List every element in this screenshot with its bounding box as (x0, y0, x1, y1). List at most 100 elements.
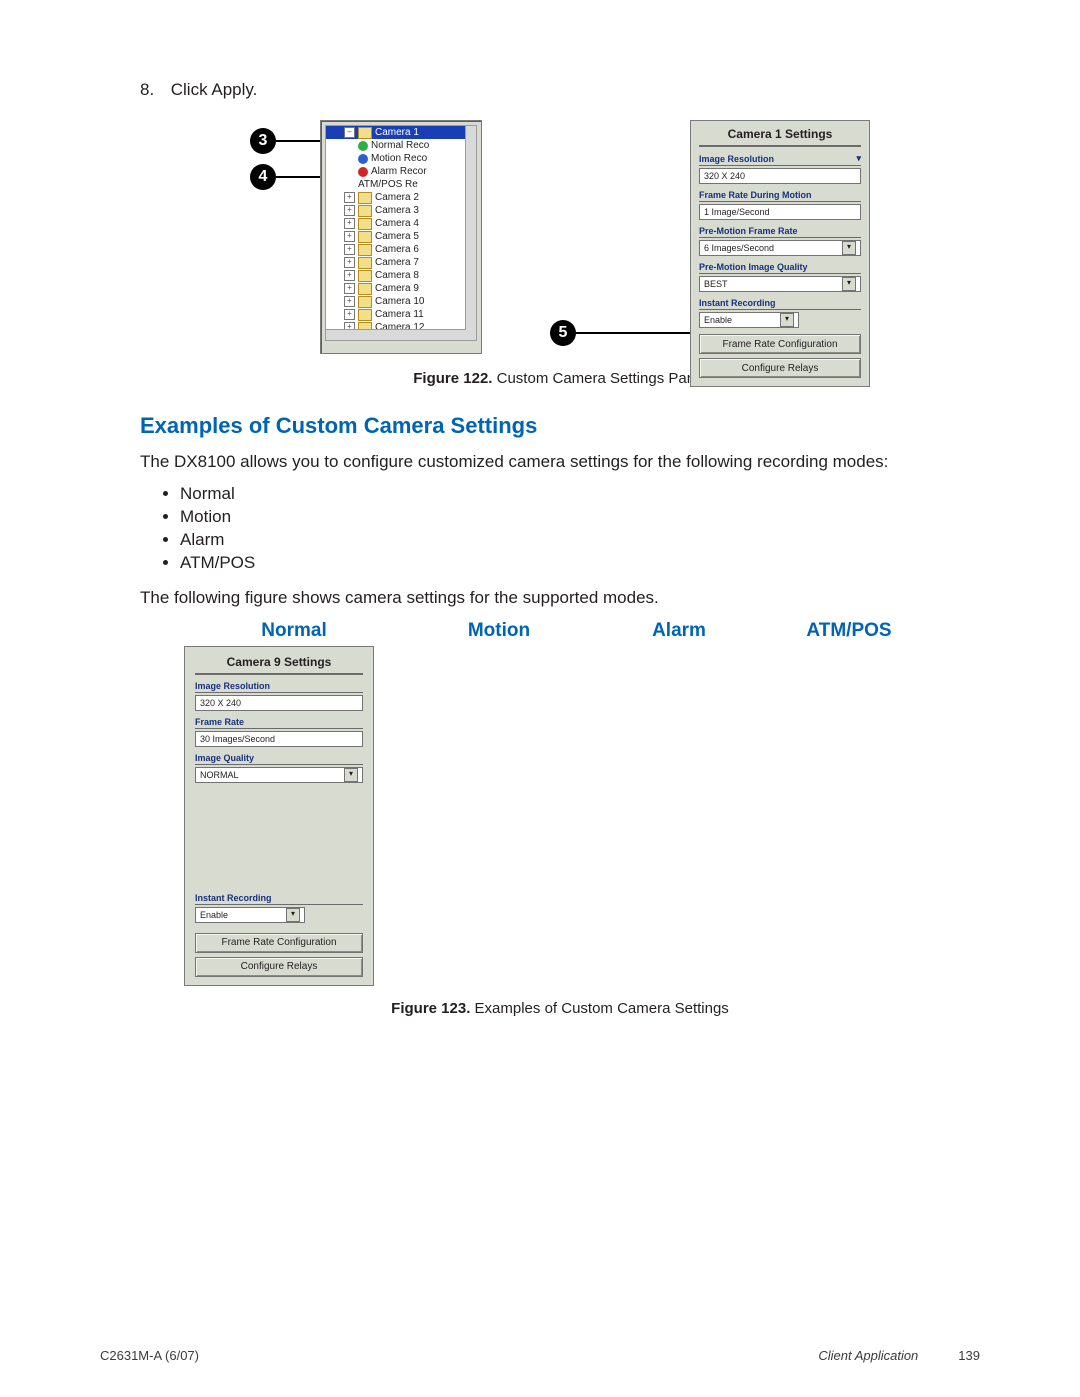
configure-relays-button[interactable]: Configure Relays (699, 358, 861, 378)
list-item: Normal (180, 484, 980, 504)
tree-label: Camera 6 (375, 244, 419, 255)
field-label: Instant Recording (195, 893, 272, 903)
section-heading: Examples of Custom Camera Settings (140, 413, 980, 439)
tree-label: Camera 8 (375, 270, 419, 281)
group-frame-rate-motion: Frame Rate During Motion 1 Image/Second (699, 190, 861, 220)
expand-icon[interactable]: + (344, 231, 355, 242)
chevron-down-icon[interactable]: ▾ (344, 768, 358, 782)
step-number: 8. (140, 80, 166, 100)
expand-icon[interactable]: + (344, 257, 355, 268)
header-alarm: Alarm (594, 620, 764, 642)
instant-recording-field[interactable]: Enable▾ (699, 312, 799, 328)
chevron-down-icon[interactable]: ▾ (780, 313, 794, 327)
tree-row[interactable]: +Camera 3 (326, 204, 476, 217)
folder-icon (358, 218, 372, 230)
tree-label: Motion Reco (371, 153, 427, 164)
tree-label: Normal Reco (371, 140, 429, 151)
tree-row[interactable]: + Camera 10 (326, 295, 476, 308)
tree-row[interactable]: + Camera 4 (326, 217, 476, 230)
field-label: Image Quality (195, 753, 254, 763)
page-footer: C2631M-A (6/07) Client Application 139 (100, 1348, 980, 1363)
frame-rate-config-button[interactable]: Frame Rate Configuration (699, 334, 861, 354)
expand-icon[interactable]: + (344, 309, 355, 320)
expand-icon[interactable]: + (344, 296, 355, 307)
tree-label: Alarm Recor (371, 166, 427, 177)
folder-icon (358, 244, 372, 256)
field-label: Pre-Motion Frame Rate (699, 226, 798, 236)
tree-row-atmpos[interactable]: ATM/POS Re (326, 178, 476, 191)
footer-page-number: 139 (958, 1348, 980, 1363)
status-dot-icon (358, 167, 368, 177)
tree-label: Camera 1 (375, 127, 419, 138)
tree-label: Camera 10 (375, 296, 424, 307)
field-value: 320 X 240 (704, 169, 745, 183)
frame-rate-motion-field[interactable]: 1 Image/Second (699, 204, 861, 220)
group-instant-recording: Instant Recording Enable▾ (699, 298, 861, 328)
field-label: Instant Recording (699, 298, 776, 308)
expand-icon[interactable]: + (344, 283, 355, 294)
expand-icon[interactable]: + (344, 192, 355, 203)
chevron-down-icon[interactable]: ▾ (842, 241, 856, 255)
callout-4-circle: 4 (250, 164, 276, 190)
chevron-down-icon[interactable]: ▾ (842, 277, 856, 291)
premotion-quality-field[interactable]: BEST ▾ (699, 276, 861, 292)
tree-label: ATM/POS Re (358, 179, 418, 190)
footer-doc-id: C2631M-A (6/07) (100, 1348, 199, 1363)
camera-settings-panel-example: Camera 9 Settings Image Resolution 320 X… (184, 646, 374, 986)
callout-5-circle: 5 (550, 320, 576, 346)
expand-icon[interactable]: + (344, 218, 355, 229)
folder-icon (358, 296, 372, 308)
folder-icon (358, 283, 372, 295)
folder-icon (358, 231, 372, 243)
horizontal-scrollbar[interactable] (326, 329, 466, 340)
callout-3: 3 (250, 128, 324, 154)
tree-row[interactable]: +Camera 2 (326, 191, 476, 204)
vertical-scrollbar[interactable] (465, 126, 476, 340)
tree-label: Camera 11 (375, 309, 424, 320)
expand-icon[interactable]: + (344, 270, 355, 281)
tree-row[interactable]: + Camera 11 (326, 308, 476, 321)
image-resolution-field[interactable]: 320 X 240 (195, 695, 363, 711)
field-value: 320 X 240 (200, 696, 241, 710)
figure-123: Camera 9 Settings Image Resolution 320 X… (140, 646, 980, 986)
tree-row-normal[interactable]: Normal Reco (326, 139, 476, 152)
callout-3-circle: 3 (250, 128, 276, 154)
frame-rate-field[interactable]: 30 Images/Second (195, 731, 363, 747)
footer-section: Client Application (818, 1348, 918, 1363)
instant-recording-field[interactable]: Enable▾ (195, 907, 305, 923)
chevron-down-icon[interactable]: ▾ (286, 908, 300, 922)
tree-label: Camera 5 (375, 231, 419, 242)
tree-row[interactable]: + Camera 7 (326, 256, 476, 269)
field-value: BEST (704, 277, 728, 291)
tree-row-motion[interactable]: Motion Reco (326, 152, 476, 165)
image-quality-field[interactable]: NORMAL▾ (195, 767, 363, 783)
group-instant-recording: Instant Recording Enable▾ (195, 893, 363, 923)
folder-icon (358, 257, 372, 269)
folder-icon (358, 270, 372, 282)
camera-tree-panel: – Camera 1 Normal Reco Motion Reco Alarm… (320, 120, 482, 354)
tree-label: Camera 4 (375, 218, 419, 229)
configure-relays-button[interactable]: Configure Relays (195, 957, 363, 977)
tree-row-selected[interactable]: – Camera 1 (326, 126, 476, 139)
chevron-down-icon[interactable]: ▾ (856, 153, 861, 164)
expand-icon[interactable]: + (344, 244, 355, 255)
field-label: Frame Rate (195, 717, 244, 727)
callout-5-leader (576, 332, 690, 334)
tree-row[interactable]: + Camera 8 (326, 269, 476, 282)
group-image-quality: Image Quality NORMAL▾ (195, 753, 363, 783)
tree-row[interactable]: + Camera 5 (326, 230, 476, 243)
collapse-icon[interactable]: – (344, 127, 355, 138)
mode-list: Normal Motion Alarm ATM/POS (140, 484, 980, 573)
premotion-frame-rate-field[interactable]: 6 Images/Second▾ (699, 240, 861, 256)
image-resolution-field[interactable]: 320 X 240 (699, 168, 861, 184)
header-motion: Motion (404, 620, 594, 642)
tree-label: Camera 7 (375, 257, 419, 268)
group-premotion-quality: Pre-Motion Image Quality BEST▾ (699, 262, 861, 292)
frame-rate-config-button[interactable]: Frame Rate Configuration (195, 933, 363, 953)
camera-tree[interactable]: – Camera 1 Normal Reco Motion Reco Alarm… (325, 125, 477, 341)
tree-row[interactable]: + Camera 6 (326, 243, 476, 256)
group-frame-rate: Frame Rate 30 Images/Second (195, 717, 363, 747)
tree-row[interactable]: +Camera 9 (326, 282, 476, 295)
tree-row-alarm[interactable]: Alarm Recor (326, 165, 476, 178)
expand-icon[interactable]: + (344, 205, 355, 216)
